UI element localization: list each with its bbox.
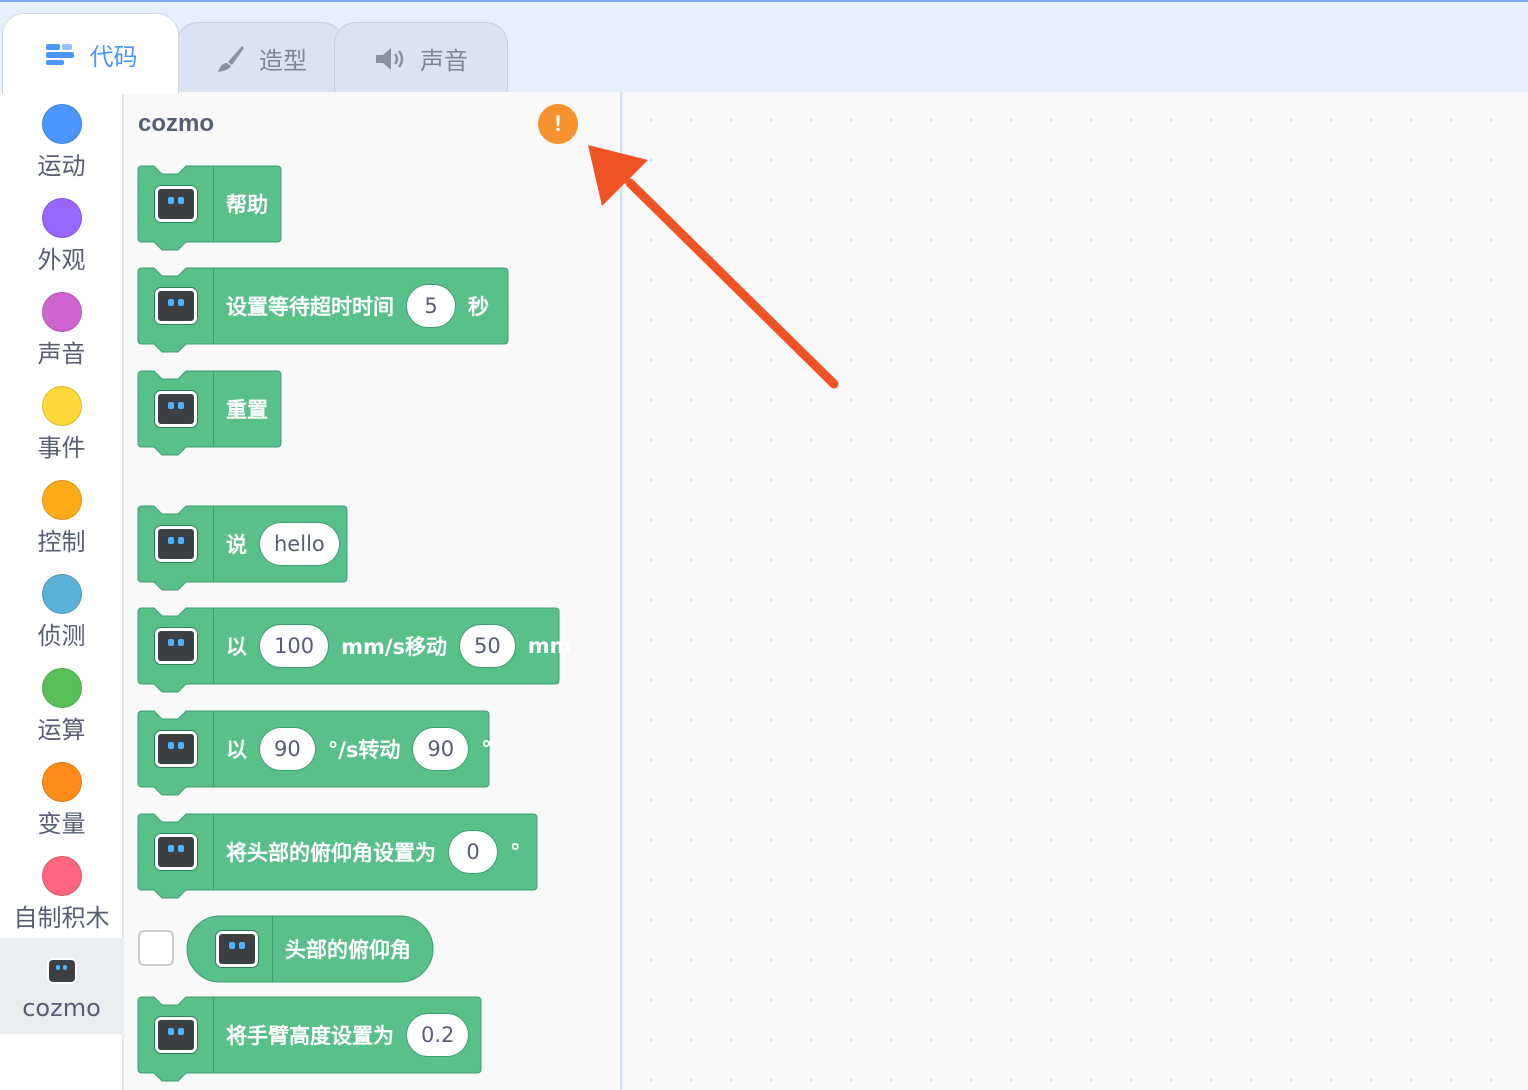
tab-sounds[interactable]: 声音: [334, 22, 508, 94]
block-reset[interactable]: 重置: [137, 370, 282, 459]
cozmo-block-icon-wrap: [138, 506, 214, 582]
category-control[interactable]: 控制: [0, 468, 123, 562]
category-sound[interactable]: 声音: [0, 280, 123, 374]
category-label: 运动: [37, 152, 86, 180]
category-events[interactable]: 事件: [0, 374, 123, 468]
cozmo-robot-icon: [154, 731, 197, 767]
category-dot-my-blocks: [41, 856, 82, 896]
category-sensing[interactable]: 侦测: [0, 562, 123, 656]
head-angle-input[interactable]: 0: [448, 830, 498, 874]
palette-section-title: cozmo: [138, 110, 215, 137]
category-dot-sensing: [41, 574, 82, 614]
lift-height-input[interactable]: 0.2: [406, 1013, 470, 1057]
block-label: 设置等待超时时间: [226, 295, 394, 319]
cozmo-robot-icon: [215, 931, 258, 967]
block-unit: 秒: [468, 295, 489, 319]
editor-tabs: 代码 造型 声音: [0, 2, 1528, 94]
cozmo-block-icon-wrap: [138, 608, 214, 684]
cozmo-block-icon-wrap: [138, 711, 214, 787]
cozmo-robot-icon: [154, 186, 197, 222]
cozmo-block-icon-wrap: [138, 166, 214, 242]
category-dot-events: [41, 386, 82, 426]
category-label: 声音: [37, 340, 86, 368]
cozmo-robot-icon: [154, 526, 197, 562]
speed-input[interactable]: 100: [259, 624, 330, 668]
category-dot-sound: [41, 292, 82, 332]
script-workspace[interactable]: [623, 92, 1528, 1090]
block-set-head-angle[interactable]: 将头部的俯仰角设置为 0 °: [137, 813, 538, 902]
block-turn[interactable]: 以 90 °/s转动 90 °: [137, 710, 492, 799]
category-dot-variables: [41, 762, 82, 802]
block-drive-straight[interactable]: 以 100 mm/s移动 50 mm: [137, 607, 572, 696]
category-label: 事件: [37, 434, 86, 462]
block-unit: °: [481, 737, 492, 761]
block-label: 重置: [226, 398, 268, 422]
block-label: °/s转动: [327, 738, 401, 762]
tab-sounds-label: 声音: [420, 47, 468, 75]
block-label: 以: [226, 738, 247, 762]
block-label: 将手臂高度设置为: [226, 1024, 394, 1048]
category-dot-looks: [41, 198, 82, 238]
cozmo-block-icon-wrap: [187, 916, 273, 982]
cozmo-robot-icon: [154, 391, 197, 427]
say-text-input[interactable]: hello: [259, 522, 340, 566]
block-palette: cozmo ! 帮助 设置等待超时时间 5 秒 重置 说 hello 以 100…: [124, 92, 622, 1090]
cozmo-robot-icon: [154, 1017, 197, 1053]
turn-speed-input[interactable]: 90: [259, 727, 316, 771]
block-label: mm/s移动: [341, 635, 448, 659]
category-label: 运算: [37, 716, 86, 744]
category-dot-operators: [41, 668, 82, 708]
category-variables[interactable]: 变量: [0, 750, 123, 844]
block-help[interactable]: 帮助: [137, 165, 282, 254]
block-say[interactable]: 说 hello: [137, 505, 348, 594]
cozmo-block-icon-wrap: [138, 371, 214, 447]
category-dot-motion: [41, 104, 82, 144]
category-label: 控制: [37, 528, 86, 556]
tab-costumes[interactable]: 造型: [176, 22, 344, 94]
category-motion[interactable]: 运动: [0, 92, 123, 186]
block-unit: °: [510, 840, 521, 864]
speaker-icon: [374, 44, 408, 74]
block-set-lift-height[interactable]: 将手臂高度设置为 0.2: [137, 996, 482, 1085]
category-my-blocks[interactable]: 自制积木: [0, 844, 123, 938]
timeout-input[interactable]: 5: [406, 284, 456, 328]
exclamation-icon[interactable]: !: [538, 104, 578, 144]
category-label: 侦测: [37, 622, 86, 650]
block-label: 说: [226, 533, 247, 557]
category-label: 外观: [37, 246, 86, 274]
cozmo-robot-icon: [154, 288, 197, 324]
category-menu: 运动 外观 声音 事件 控制 侦测 运算 变量 自制积木 cozmo: [0, 92, 123, 1090]
tab-code[interactable]: 代码: [2, 13, 179, 94]
cozmo-block-icon-wrap: [138, 997, 214, 1073]
block-label: 以: [226, 635, 247, 659]
category-label: 自制积木: [13, 904, 110, 932]
block-label: 头部的俯仰角: [285, 938, 411, 962]
tab-code-label: 代码: [89, 42, 138, 71]
cozmo-block-icon-wrap: [138, 814, 214, 890]
distance-input[interactable]: 50: [459, 624, 516, 668]
category-looks[interactable]: 外观: [0, 186, 123, 280]
cozmo-block-icon-wrap: [138, 268, 214, 344]
block-label: 帮助: [226, 193, 268, 217]
tab-costumes-label: 造型: [259, 47, 307, 75]
category-label: 变量: [37, 810, 86, 838]
block-label: 将头部的俯仰角设置为: [226, 841, 436, 865]
category-dot-control: [41, 480, 82, 520]
monitor-checkbox[interactable]: [138, 930, 174, 966]
category-label: cozmo: [22, 994, 101, 1022]
block-set-timeout[interactable]: 设置等待超时时间 5 秒: [137, 267, 509, 356]
turn-angle-input[interactable]: 90: [412, 727, 470, 771]
cozmo-robot-icon: [46, 958, 77, 984]
cozmo-robot-icon: [154, 834, 197, 870]
category-operators[interactable]: 运算: [0, 656, 123, 750]
cozmo-robot-icon: [154, 628, 197, 664]
reporter-head-angle[interactable]: 头部的俯仰角: [186, 915, 434, 983]
category-cozmo[interactable]: cozmo: [0, 938, 123, 1034]
block-unit: mm: [527, 634, 572, 658]
code-blocks-icon: [44, 39, 78, 69]
paintbrush-icon: [213, 44, 247, 74]
